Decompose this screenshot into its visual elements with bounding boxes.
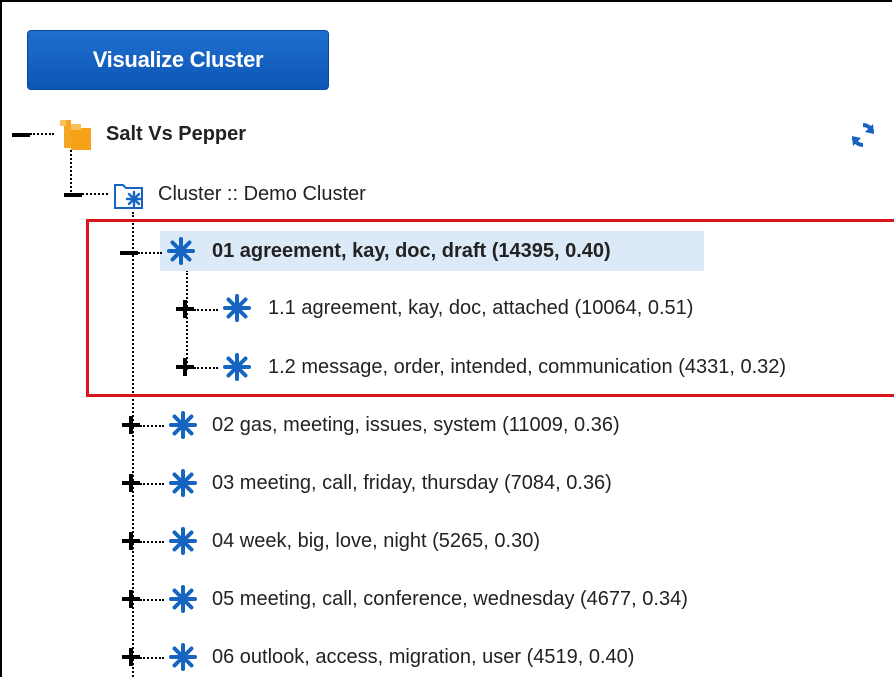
folder-icon <box>60 120 91 150</box>
tree-connector <box>140 483 164 485</box>
tree-connector <box>140 657 164 659</box>
tree-item-05[interactable]: 05 meeting, call, conference, wednesday … <box>212 585 688 613</box>
tree-connector <box>140 541 164 543</box>
asterisk-icon <box>169 411 197 439</box>
refresh-icon[interactable] <box>848 120 878 150</box>
expand-toggle[interactable] <box>122 648 140 666</box>
expand-toggle[interactable] <box>122 590 140 608</box>
collapse-toggle[interactable] <box>64 186 82 204</box>
tree-item-02[interactable]: 02 gas, meeting, issues, system (11009, … <box>212 411 620 439</box>
tree-connector <box>82 193 108 195</box>
collapse-toggle[interactable] <box>12 126 30 144</box>
tree-connector <box>140 425 164 427</box>
tree-item-06[interactable]: 06 outlook, access, migration, user (451… <box>212 643 634 671</box>
asterisk-icon <box>169 469 197 497</box>
expand-toggle[interactable] <box>122 416 140 434</box>
visualize-cluster-button[interactable]: Visualize Cluster <box>27 30 329 90</box>
tree-connector <box>30 133 54 135</box>
cluster-label[interactable]: Cluster :: Demo Cluster <box>158 180 366 208</box>
tree-item-04[interactable]: 04 week, big, love, night (5265, 0.30) <box>212 527 540 555</box>
asterisk-icon <box>169 643 197 671</box>
cluster-folder-icon <box>114 184 143 209</box>
asterisk-icon <box>169 585 197 613</box>
tree-item-03[interactable]: 03 meeting, call, friday, thursday (7084… <box>212 469 612 497</box>
expand-toggle[interactable] <box>122 474 140 492</box>
root-folder-label[interactable]: Salt Vs Pepper <box>106 120 246 148</box>
highlight-annotation-box <box>86 219 894 397</box>
expand-toggle[interactable] <box>122 532 140 550</box>
tree-connector <box>140 599 164 601</box>
asterisk-icon <box>169 527 197 555</box>
